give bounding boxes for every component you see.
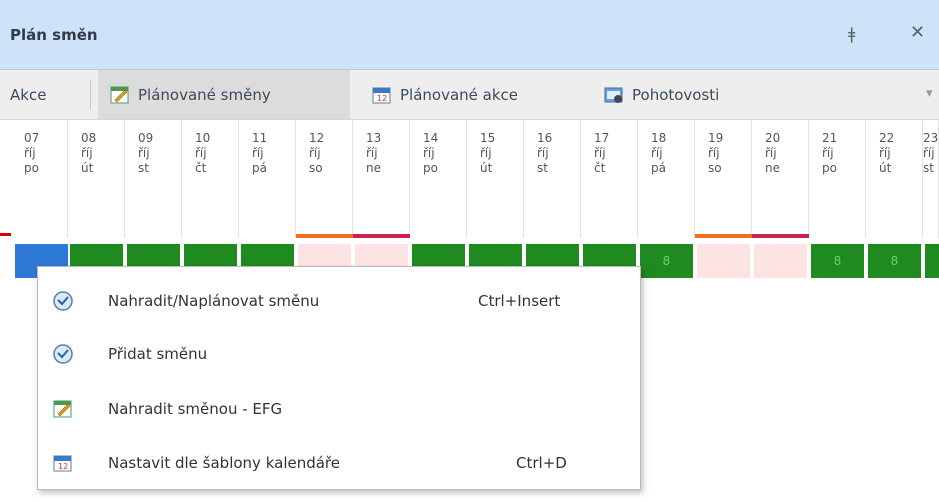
shift-cell-weekend[interactable]	[754, 244, 807, 278]
toolbar-overflow-icon[interactable]: ▾	[926, 86, 933, 101]
clock-arrow-icon	[53, 344, 73, 364]
day-column: 08 říj út	[68, 120, 125, 238]
day-column: 10 říj čt	[182, 120, 239, 238]
planned-actions-label: Plánované akce	[400, 85, 519, 104]
menu-item-label: Nastavit dle šablony kalendáře	[108, 454, 341, 472]
day-column: 21 říj po	[809, 120, 866, 238]
today-marker	[0, 233, 11, 236]
on-call-label: Pohotovosti	[632, 85, 720, 104]
clock-arrow-icon	[53, 291, 73, 311]
toolbar: Akce Plánované směny 12 Plánované akce P…	[0, 70, 939, 120]
day-column: 22 říj út	[866, 120, 923, 238]
actions-menu-button[interactable]: Akce	[10, 70, 46, 119]
calendar-icon: 12	[372, 86, 391, 104]
day-column: 23 říj st	[923, 120, 939, 238]
tab-planned-actions[interactable]: 12 Plánované akce	[372, 70, 518, 119]
shift-cell-weekend[interactable]	[697, 244, 750, 278]
window-titlebar: Plán směn ǂ ✕	[0, 0, 939, 70]
day-column: 12 říj so	[296, 120, 353, 238]
sunday-marker	[353, 234, 410, 238]
tab-planned-shifts[interactable]: Plánované směny	[98, 70, 350, 119]
shift-cell[interactable]: 8	[868, 244, 921, 278]
shift-cell[interactable]: 8	[640, 244, 693, 278]
day-column: 14 říj po	[410, 120, 467, 238]
shift-cell[interactable]: 8	[811, 244, 864, 278]
day-column: 16 říj st	[524, 120, 581, 238]
planned-shifts-label: Plánované směny	[138, 85, 271, 104]
on-call-icon	[604, 87, 623, 103]
shift-cell[interactable]	[925, 244, 939, 278]
day-column: 11 říj pá	[239, 120, 296, 238]
window-title: Plán směn	[10, 26, 98, 44]
toolbar-separator	[90, 80, 91, 110]
menu-item-shortcut: Ctrl+D	[516, 454, 567, 472]
edit-calendar-icon	[53, 400, 72, 418]
menu-item-label: Nahradit/Naplánovat směnu	[108, 292, 320, 310]
menu-item-replace-efg[interactable]: Nahradit směnou - EFG	[38, 383, 640, 435]
day-column: 19 říj so	[695, 120, 752, 238]
svg-text:12: 12	[377, 94, 387, 103]
saturday-marker	[695, 234, 752, 238]
context-menu: Nahradit/Naplánovat směnu Ctrl+Insert Př…	[37, 266, 641, 490]
sunday-marker	[752, 234, 809, 238]
day-column: 13 říj ne	[353, 120, 410, 238]
tab-on-call[interactable]: Pohotovosti	[604, 70, 719, 119]
day-column: 18 říj pá	[638, 120, 695, 238]
day-column: 09 říj st	[125, 120, 182, 238]
day-column: 15 říj út	[467, 120, 524, 238]
close-icon[interactable]: ✕	[910, 22, 925, 43]
shift-calendar-grid: 07 říj po 08 říj út 09 říj st 10 říj čt 11 říj pá …	[0, 120, 939, 278]
day-column: 20 říj ne	[752, 120, 809, 238]
menu-item-replace-plan-shift[interactable]: Nahradit/Naplánovat směnu Ctrl+Insert	[38, 275, 640, 327]
menu-item-shortcut: Ctrl+Insert	[478, 292, 561, 310]
menu-item-label: Nahradit směnou - EFG	[108, 400, 283, 418]
menu-item-add-shift[interactable]: Přidat směnu	[38, 328, 640, 380]
saturday-marker	[296, 234, 353, 238]
day-column: 17 říj čt	[581, 120, 638, 238]
pin-icon[interactable]: ǂ	[848, 24, 855, 43]
edit-calendar-icon	[110, 85, 129, 104]
menu-item-label: Přidat směnu	[108, 345, 208, 363]
actions-label: Akce	[10, 85, 47, 104]
menu-item-set-by-calendar-template[interactable]: 12 Nastavit dle šablony kalendáře Ctrl+D	[38, 437, 640, 489]
day-column: 07 říj po	[11, 120, 68, 238]
calendar-icon: 12	[53, 455, 72, 472]
svg-text:12: 12	[58, 462, 68, 471]
